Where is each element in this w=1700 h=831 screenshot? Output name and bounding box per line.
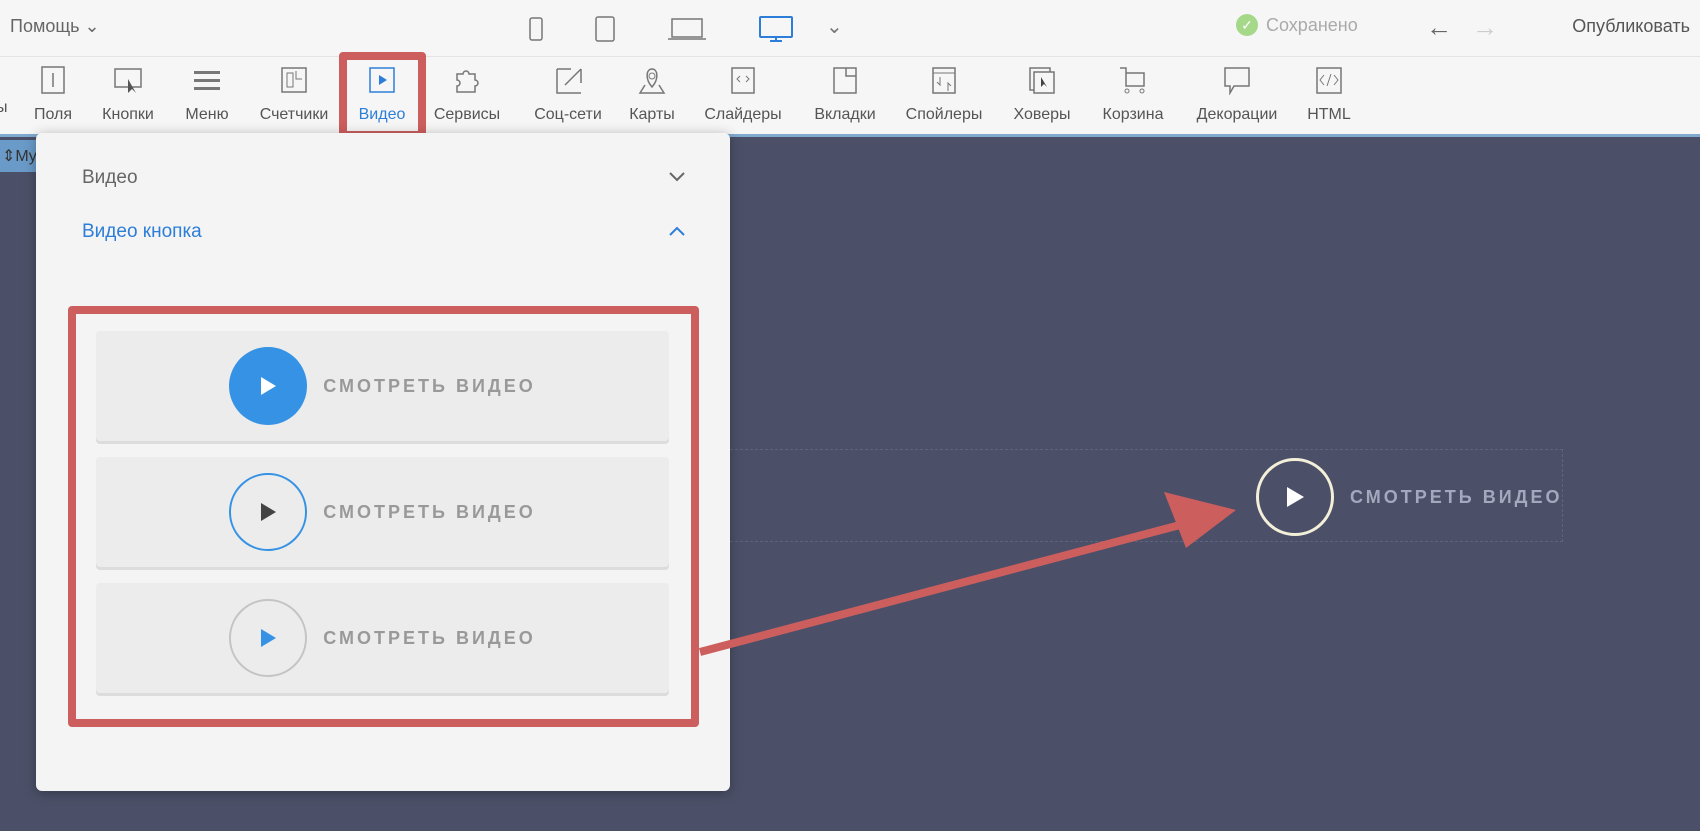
annotation-arrow <box>698 492 1236 656</box>
